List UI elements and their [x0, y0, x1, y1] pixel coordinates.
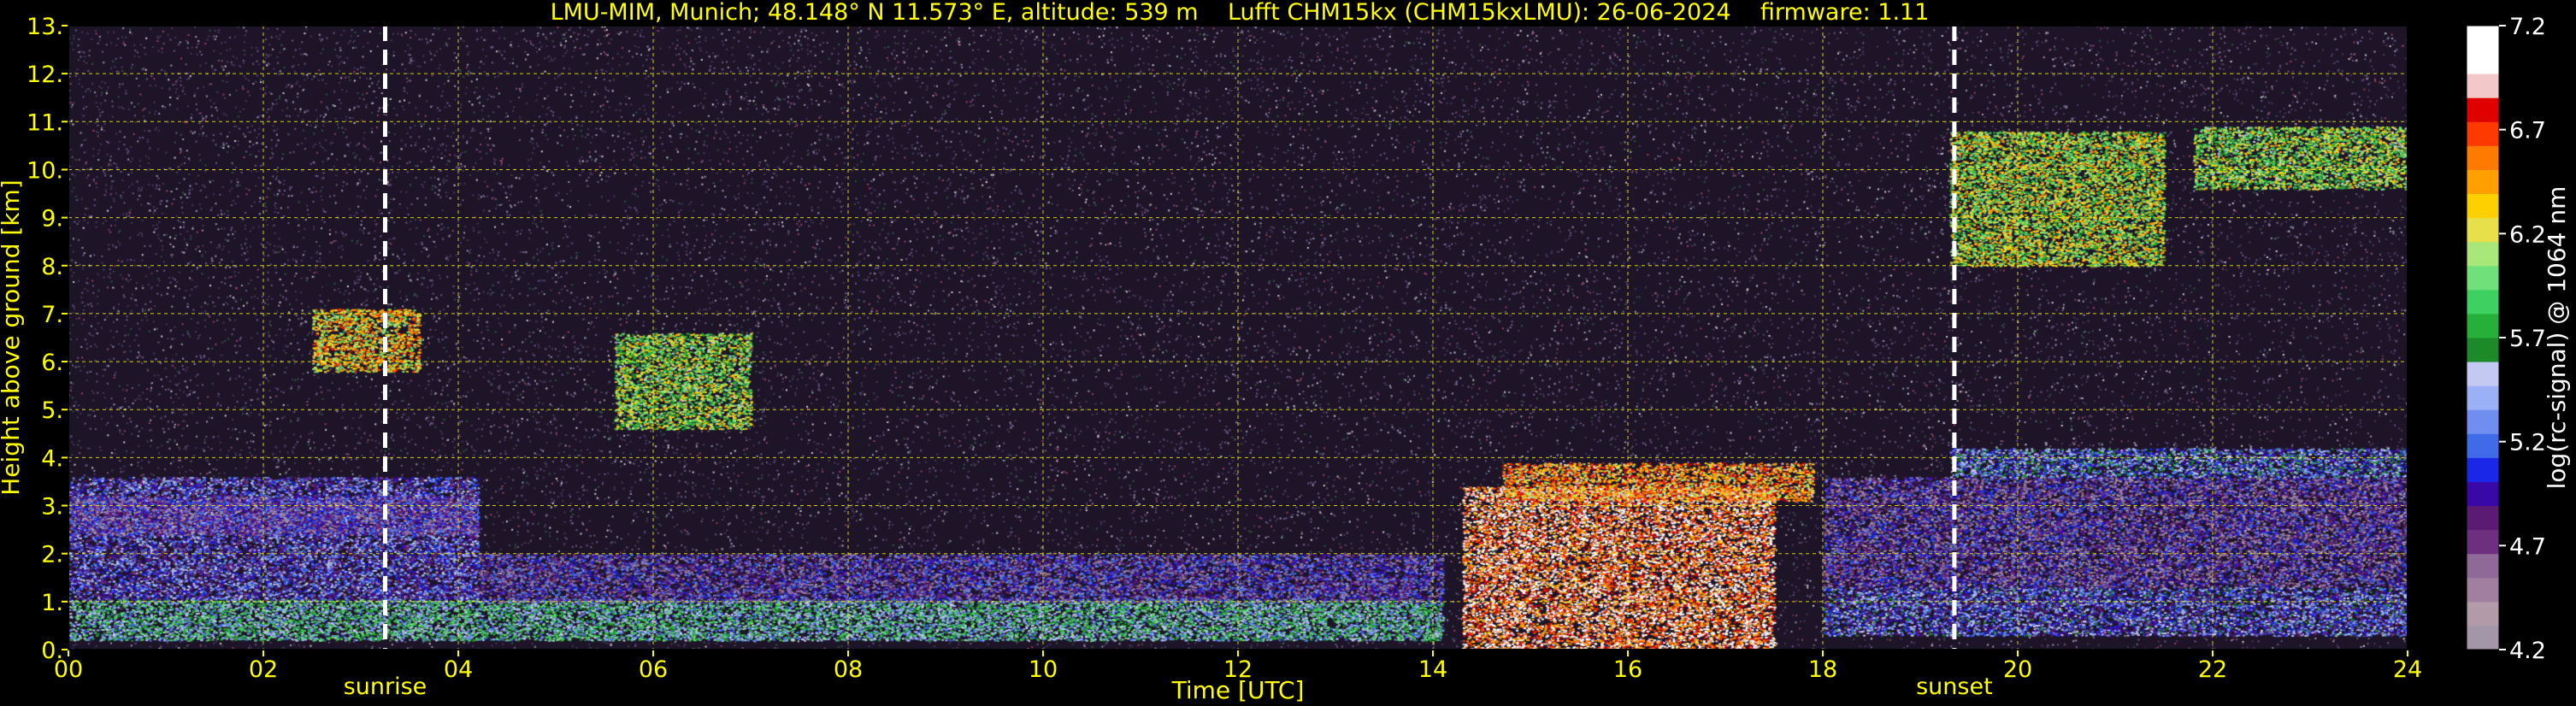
colorbar-swatch: [2467, 217, 2499, 243]
colorbar-swatch: [2467, 313, 2499, 338]
colorbar-tick-label: 7.2: [2509, 14, 2546, 40]
x-tick-label: 06: [639, 656, 668, 683]
colorbar-swatch: [2467, 625, 2499, 650]
colorbar-swatch: [2467, 338, 2499, 362]
colorbar-tick-label: 5.7: [2509, 326, 2546, 352]
x-tick-label: 22: [2198, 656, 2227, 683]
colorbar-swatch: [2467, 193, 2499, 219]
y-tick-label: 3.: [41, 494, 63, 521]
colorbar-swatch: [2467, 74, 2499, 98]
colorbar-tick-label: 4.7: [2509, 533, 2546, 560]
y-tick-label: 10.: [27, 157, 63, 184]
colorbar-tick-label: 6.2: [2509, 221, 2546, 248]
colorbar-swatch: [2467, 169, 2499, 195]
y-tick-label: 11.: [27, 109, 63, 136]
colorbar-swatch: [2467, 26, 2499, 50]
colorbar: 7.2 6.7 6.2 5.7 5.2 4.7 4.2: [2466, 14, 2546, 664]
sun-markers: sunrise sunset: [344, 26, 1993, 700]
sunrise-label: sunrise: [344, 674, 427, 700]
x-tick-label: 18: [1808, 656, 1837, 683]
colorbar-swatch: [2467, 481, 2499, 507]
x-tick-label: 02: [249, 656, 278, 683]
y-tick-label: 7.: [41, 302, 63, 328]
x-tick-label: 20: [2003, 656, 2032, 683]
plot-frame: [68, 25, 2408, 650]
colorbar-swatch: [2467, 577, 2499, 603]
y-tick-label: 12.: [27, 62, 63, 88]
y-tick-label: 1.: [41, 590, 63, 616]
colorbar-swatch: [2467, 362, 2499, 386]
x-tick-label: 10: [1029, 656, 1058, 683]
colorbar-swatch: [2467, 553, 2499, 579]
colorbar-swatch: [2467, 385, 2499, 410]
colorbar-swatch: [2467, 409, 2499, 434]
chart-svg: sunrise sunset 00 02 04 06 08 10 12 14 16 18 20 22 24…: [0, 14, 2571, 704]
x-tick-label: 16: [1613, 656, 1642, 683]
colorbar-tick-label: 4.2: [2509, 638, 2546, 664]
colorbar-swatch: [2467, 505, 2499, 531]
grid-lines: [68, 25, 2408, 650]
x-tick-label: 04: [444, 656, 473, 683]
y-tick-label: 2.: [41, 542, 63, 568]
x-axis-label: Time [UTC]: [1171, 676, 1305, 704]
y-tick-label: 6.: [41, 350, 63, 376]
y-tick-label: 13.: [27, 14, 63, 40]
colorbar-swatch: [2467, 265, 2499, 291]
ceilometer-quicklook: LMU-MIM, Munich; 48.148° N 11.573° E, al…: [0, 0, 2576, 706]
colorbar-swatch: [2467, 241, 2499, 267]
sunset-label: sunset: [1916, 674, 1993, 700]
y-tick-label: 9.: [41, 206, 63, 232]
x-tick-label: 24: [2393, 656, 2422, 683]
y-axis-label: Height above ground [km]: [0, 179, 25, 496]
colorbar-swatch: [2467, 433, 2499, 458]
colorbar-tick-label: 6.7: [2509, 118, 2546, 144]
colorbar-swatch: [2467, 529, 2499, 555]
y-tick-label: 4.: [41, 445, 63, 472]
colorbar-swatch: [2467, 289, 2499, 315]
x-tick-label: 14: [1418, 656, 1447, 683]
y-tick-label: 0.: [41, 638, 63, 664]
colorbar-swatch: [2467, 601, 2499, 627]
colorbar-swatch: [2467, 457, 2499, 482]
colorbar-swatch: [2467, 121, 2499, 146]
colorbar-tick-label: 5.2: [2509, 430, 2546, 456]
y-axis-ticks: 0. 1. 2. 3. 4. 5. 6. 7. 8. 9. 10. 11. 12. 13.: [27, 14, 68, 664]
colorbar-swatch: [2467, 97, 2499, 122]
colorbar-swatch: [2467, 145, 2499, 170]
y-tick-label: 8.: [41, 254, 63, 280]
y-tick-label: 5.: [41, 397, 63, 424]
colorbar-label: log(rc-signal) @ 1064 nm: [2543, 186, 2571, 490]
colorbar-swatch: [2467, 50, 2499, 74]
x-tick-label: 08: [834, 656, 863, 683]
